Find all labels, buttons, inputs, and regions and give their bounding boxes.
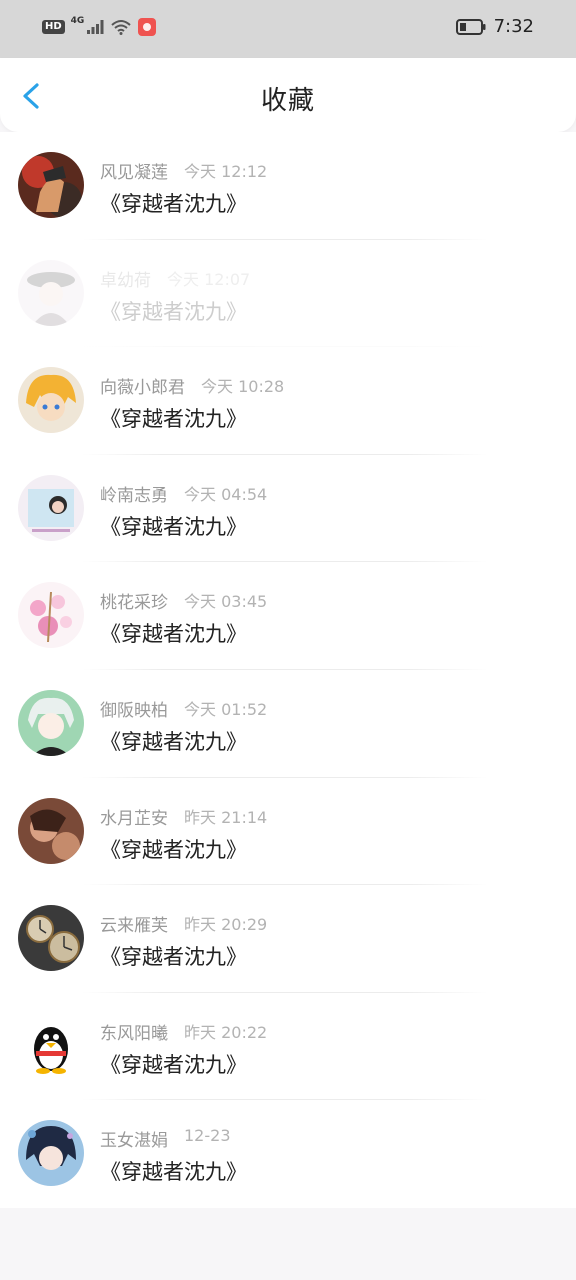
user-name: 御阪映柏 (100, 700, 168, 721)
user-name: 水月芷安 (100, 808, 168, 829)
avatar[interactable] (18, 474, 84, 541)
user-name: 玉女湛娟 (100, 1131, 168, 1152)
user-name: 向薇小郎君 (100, 378, 185, 399)
timestamp: 昨天 20:22 (184, 1022, 268, 1042)
list-item[interactable]: 桃花采珍 今天 03:45 《穿越者沈九》 (0, 562, 576, 670)
list-item[interactable]: 向薇小郎君 今天 10:28 《穿越者沈九》 (0, 347, 576, 455)
status-time: 7:32 (493, 16, 534, 37)
book-title: 《穿越者沈九》 (100, 514, 247, 539)
timestamp: 今天 12:12 (184, 162, 268, 181)
wifi-icon (111, 20, 131, 35)
book-title: 《穿越者沈九》 (100, 1160, 247, 1185)
timestamp: 昨天 21:14 (184, 807, 268, 827)
timestamp: 昨天 20:29 (184, 915, 268, 935)
avatar[interactable] (18, 1012, 84, 1079)
avatar[interactable] (18, 582, 84, 649)
item-meta: 岭南志勇 今天 04:54 (100, 481, 267, 506)
item-meta: 御阪映柏 今天 01:52 (100, 696, 267, 721)
user-name: 桃花采珍 (100, 593, 168, 614)
list-item[interactable]: 玉女湛娟 12-23 《穿越者沈九》 (0, 1100, 576, 1208)
timestamp: 今天 10:28 (201, 377, 285, 397)
timestamp: 今天 01:52 (184, 699, 268, 719)
timestamp: 今天 04:54 (184, 484, 268, 504)
avatar[interactable] (18, 152, 84, 218)
list-item[interactable]: 水月芷安 昨天 21:14 《穿越者沈九》 (0, 778, 576, 886)
user-name: 云来雁芙 (100, 916, 168, 937)
status-left: HD 4G (42, 16, 157, 36)
user-name: 东风阳曦 (100, 1023, 168, 1044)
item-meta: 卓幼荷 今天 12:07 (100, 266, 250, 291)
book-title: 《穿越者沈九》 (100, 945, 247, 970)
list-item[interactable]: 御阪映柏 今天 01:52 《穿越者沈九》 (0, 670, 576, 778)
hd-badge: HD (42, 20, 65, 34)
list-item[interactable]: 卓幼荷 今天 12:07 《穿越者沈九》 (0, 240, 576, 348)
user-name: 风见凝莲 (100, 163, 168, 183)
user-name: 岭南志勇 (100, 485, 168, 506)
avatar[interactable] (18, 905, 84, 972)
item-meta: 东风阳曦 昨天 20:22 (100, 1019, 267, 1044)
item-meta: 桃花采珍 今天 03:45 (100, 588, 267, 613)
page-title: 收藏 (260, 86, 315, 116)
item-meta: 玉女湛娟 12-23 (100, 1126, 231, 1151)
item-meta: 水月芷安 昨天 21:14 (100, 804, 267, 829)
avatar[interactable] (18, 1120, 84, 1187)
network-type: 4G (70, 16, 85, 26)
avatar[interactable] (18, 367, 84, 434)
battery-icon (455, 18, 486, 35)
book-title: 《穿越者沈九》 (100, 1052, 247, 1077)
status-bar: HD 4G 7:32 (0, 0, 576, 58)
notification-app-icon (138, 18, 157, 36)
timestamp: 今天 12:07 (167, 269, 251, 289)
book-title: 《穿越者沈九》 (100, 837, 247, 862)
book-title: 《穿越者沈九》 (100, 192, 247, 216)
item-meta: 向薇小郎君 今天 10:28 (100, 373, 284, 398)
timestamp: 12-23 (184, 1126, 231, 1146)
item-meta: 风见凝莲 今天 12:12 (100, 158, 267, 183)
avatar[interactable] (18, 797, 84, 864)
user-name: 卓幼荷 (100, 270, 151, 291)
book-title: 《穿越者沈九》 (100, 407, 247, 432)
list-item[interactable]: 东风阳曦 昨天 20:22 《穿越者沈九》 (0, 993, 576, 1101)
timestamp: 今天 03:45 (184, 592, 268, 612)
avatar[interactable] (18, 259, 84, 326)
favorites-list: 风见凝莲 今天 12:12 《穿越者沈九》 卓幼荷 今天 12:07 《穿越者沈九》 向薇小… (0, 132, 576, 1208)
book-title: 《穿越者沈九》 (100, 299, 247, 324)
list-item[interactable]: 风见凝莲 今天 12:12 《穿越者沈九》 (0, 132, 576, 240)
list-item[interactable]: 岭南志勇 今天 04:54 《穿越者沈九》 (0, 455, 576, 563)
status-right: 7:32 (455, 16, 534, 37)
list-item[interactable]: 云来雁芙 昨天 20:29 《穿越者沈九》 (0, 885, 576, 993)
item-meta: 云来雁芙 昨天 20:29 (100, 911, 267, 936)
book-title: 《穿越者沈九》 (100, 622, 247, 647)
app-header: 收藏 (0, 58, 576, 132)
signal-icon (87, 20, 104, 34)
avatar[interactable] (18, 689, 84, 756)
book-title: 《穿越者沈九》 (100, 729, 247, 754)
